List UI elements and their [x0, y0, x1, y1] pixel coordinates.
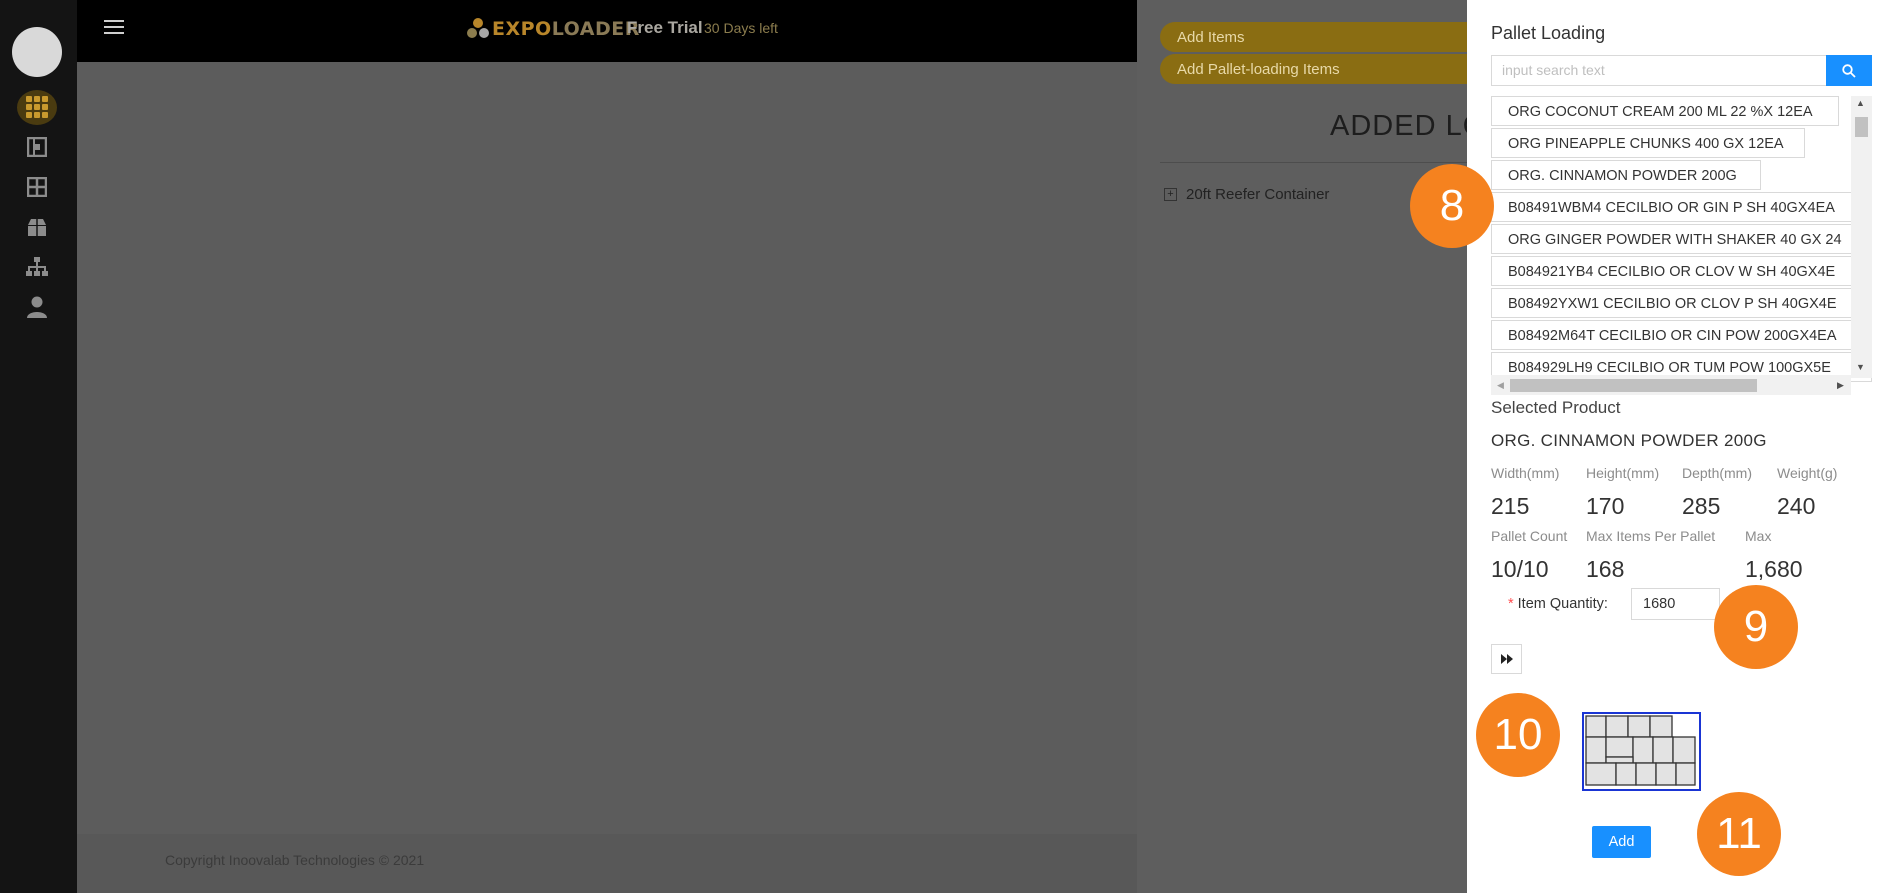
item-quantity-text: Item Quantity [1517, 596, 1604, 612]
hamburger-menu-icon[interactable] [104, 20, 124, 36]
trial-days-left: 30 Days left [704, 20, 778, 36]
list-item[interactable]: B08492YXW1 CECILBIO OR CLOV P SH 40GX4E [1491, 288, 1872, 318]
horizontal-scroll-thumb[interactable] [1510, 379, 1757, 392]
max-per-pallet-value: 168 [1586, 556, 1625, 582]
expand-icon[interactable]: + [1164, 188, 1177, 201]
height-label: Height(mm) [1586, 465, 1660, 481]
list-item[interactable]: ORG PINEAPPLE CHUNKS 400 GX 12EA [1491, 128, 1805, 158]
divider [1160, 162, 1467, 163]
list-item[interactable]: B084921YB4 CECILBIO OR CLOV W SH 40GX4E [1491, 256, 1872, 286]
list-item[interactable]: ORG GINGER POWDER WITH SHAKER 40 GX 24 [1491, 224, 1872, 254]
list-item[interactable]: ORG COCONUT CREAM 200 ML 22 %X 12EA [1491, 96, 1839, 126]
avatar[interactable] [12, 27, 62, 77]
pallet-count-label: Pallet Count [1491, 528, 1568, 544]
vertical-scroll-thumb[interactable] [1855, 117, 1868, 137]
product-list: ORG COCONUT CREAM 200 ML 22 %X 12EA ORG … [1491, 96, 1872, 395]
required-mark: * [1508, 596, 1514, 612]
weight-value: 240 [1777, 493, 1816, 519]
windows-icon[interactable] [21, 171, 53, 203]
step-badge-8: 8 [1410, 164, 1494, 248]
drawer-title: Pallet Loading [1491, 23, 1606, 43]
step-badge-10: 10 [1476, 693, 1560, 777]
org-chart-icon[interactable] [21, 251, 53, 283]
max-value: 1,680 [1745, 556, 1803, 582]
list-item[interactable]: B08492M64T CECILBIO OR CIN POW 200GX4EA [1491, 320, 1872, 350]
search-icon [1842, 63, 1856, 78]
width-label: Width(mm) [1491, 465, 1560, 481]
search-input[interactable]: input search text [1491, 55, 1827, 86]
plan-label: Free Trial [627, 18, 703, 37]
list-item[interactable]: B08491WBM4 CECILBIO OR GIN P SH 40GX4EA [1491, 192, 1872, 222]
pallet-count-value: 10/10 [1491, 556, 1549, 582]
add-pallet-items-button[interactable]: Add Pallet-loading Items [1160, 54, 1480, 84]
scroll-left-arrow-icon[interactable]: ◀ [1497, 380, 1504, 391]
selected-product-label: Selected Product [1491, 398, 1621, 417]
weight-label: Weight(g) [1777, 465, 1838, 481]
scroll-right-arrow-icon[interactable]: ▶ [1837, 380, 1844, 391]
selected-product-name: ORG. CINNAMON POWDER 200G [1491, 431, 1767, 450]
user-icon[interactable] [21, 291, 53, 323]
main-content [77, 62, 1137, 834]
search-button[interactable] [1826, 55, 1872, 86]
scroll-down-arrow-icon[interactable]: ▼ [1856, 362, 1865, 372]
max-per-pallet-label: Max Items Per Pallet [1586, 528, 1716, 544]
depth-label: Depth(mm) [1682, 465, 1753, 481]
box-icon[interactable] [21, 211, 53, 243]
label-colon: : [1603, 596, 1608, 612]
width-value: 215 [1491, 493, 1530, 519]
brand-prefix: EXPO [492, 18, 552, 40]
step-badge-9: 9 [1714, 585, 1798, 669]
layout-icon[interactable] [21, 131, 53, 163]
pallet-layout-preview[interactable] [1582, 712, 1701, 791]
add-button[interactable]: Add [1592, 826, 1651, 858]
copyright-text: Copyright Inoovalab Technologies © 2021 [165, 852, 425, 868]
step-badge-11: 11 [1697, 792, 1781, 876]
height-value: 170 [1586, 493, 1625, 519]
depth-value: 285 [1682, 493, 1721, 519]
tree-item-label: 20ft Reefer Container [1186, 186, 1330, 203]
tree-item-container[interactable]: + 20ft Reefer Container [1164, 186, 1329, 203]
add-items-button[interactable]: Add Items [1160, 22, 1480, 52]
logo-mark-icon [466, 17, 490, 41]
fast-forward-button[interactable] [1491, 644, 1522, 674]
brand-logo: EXPOLOADER [492, 18, 640, 40]
scroll-up-arrow-icon[interactable]: ▲ [1856, 98, 1865, 108]
item-quantity-label: * Item Quantity: [1508, 596, 1608, 612]
fast-forward-icon [1500, 654, 1513, 664]
list-item[interactable]: ORG. CINNAMON POWDER 200G [1491, 160, 1761, 190]
item-quantity-input[interactable]: 1680 [1631, 588, 1720, 620]
grid-icon[interactable] [21, 91, 53, 123]
vertical-scrollbar[interactable] [1851, 96, 1872, 378]
max-label: Max [1745, 528, 1772, 544]
